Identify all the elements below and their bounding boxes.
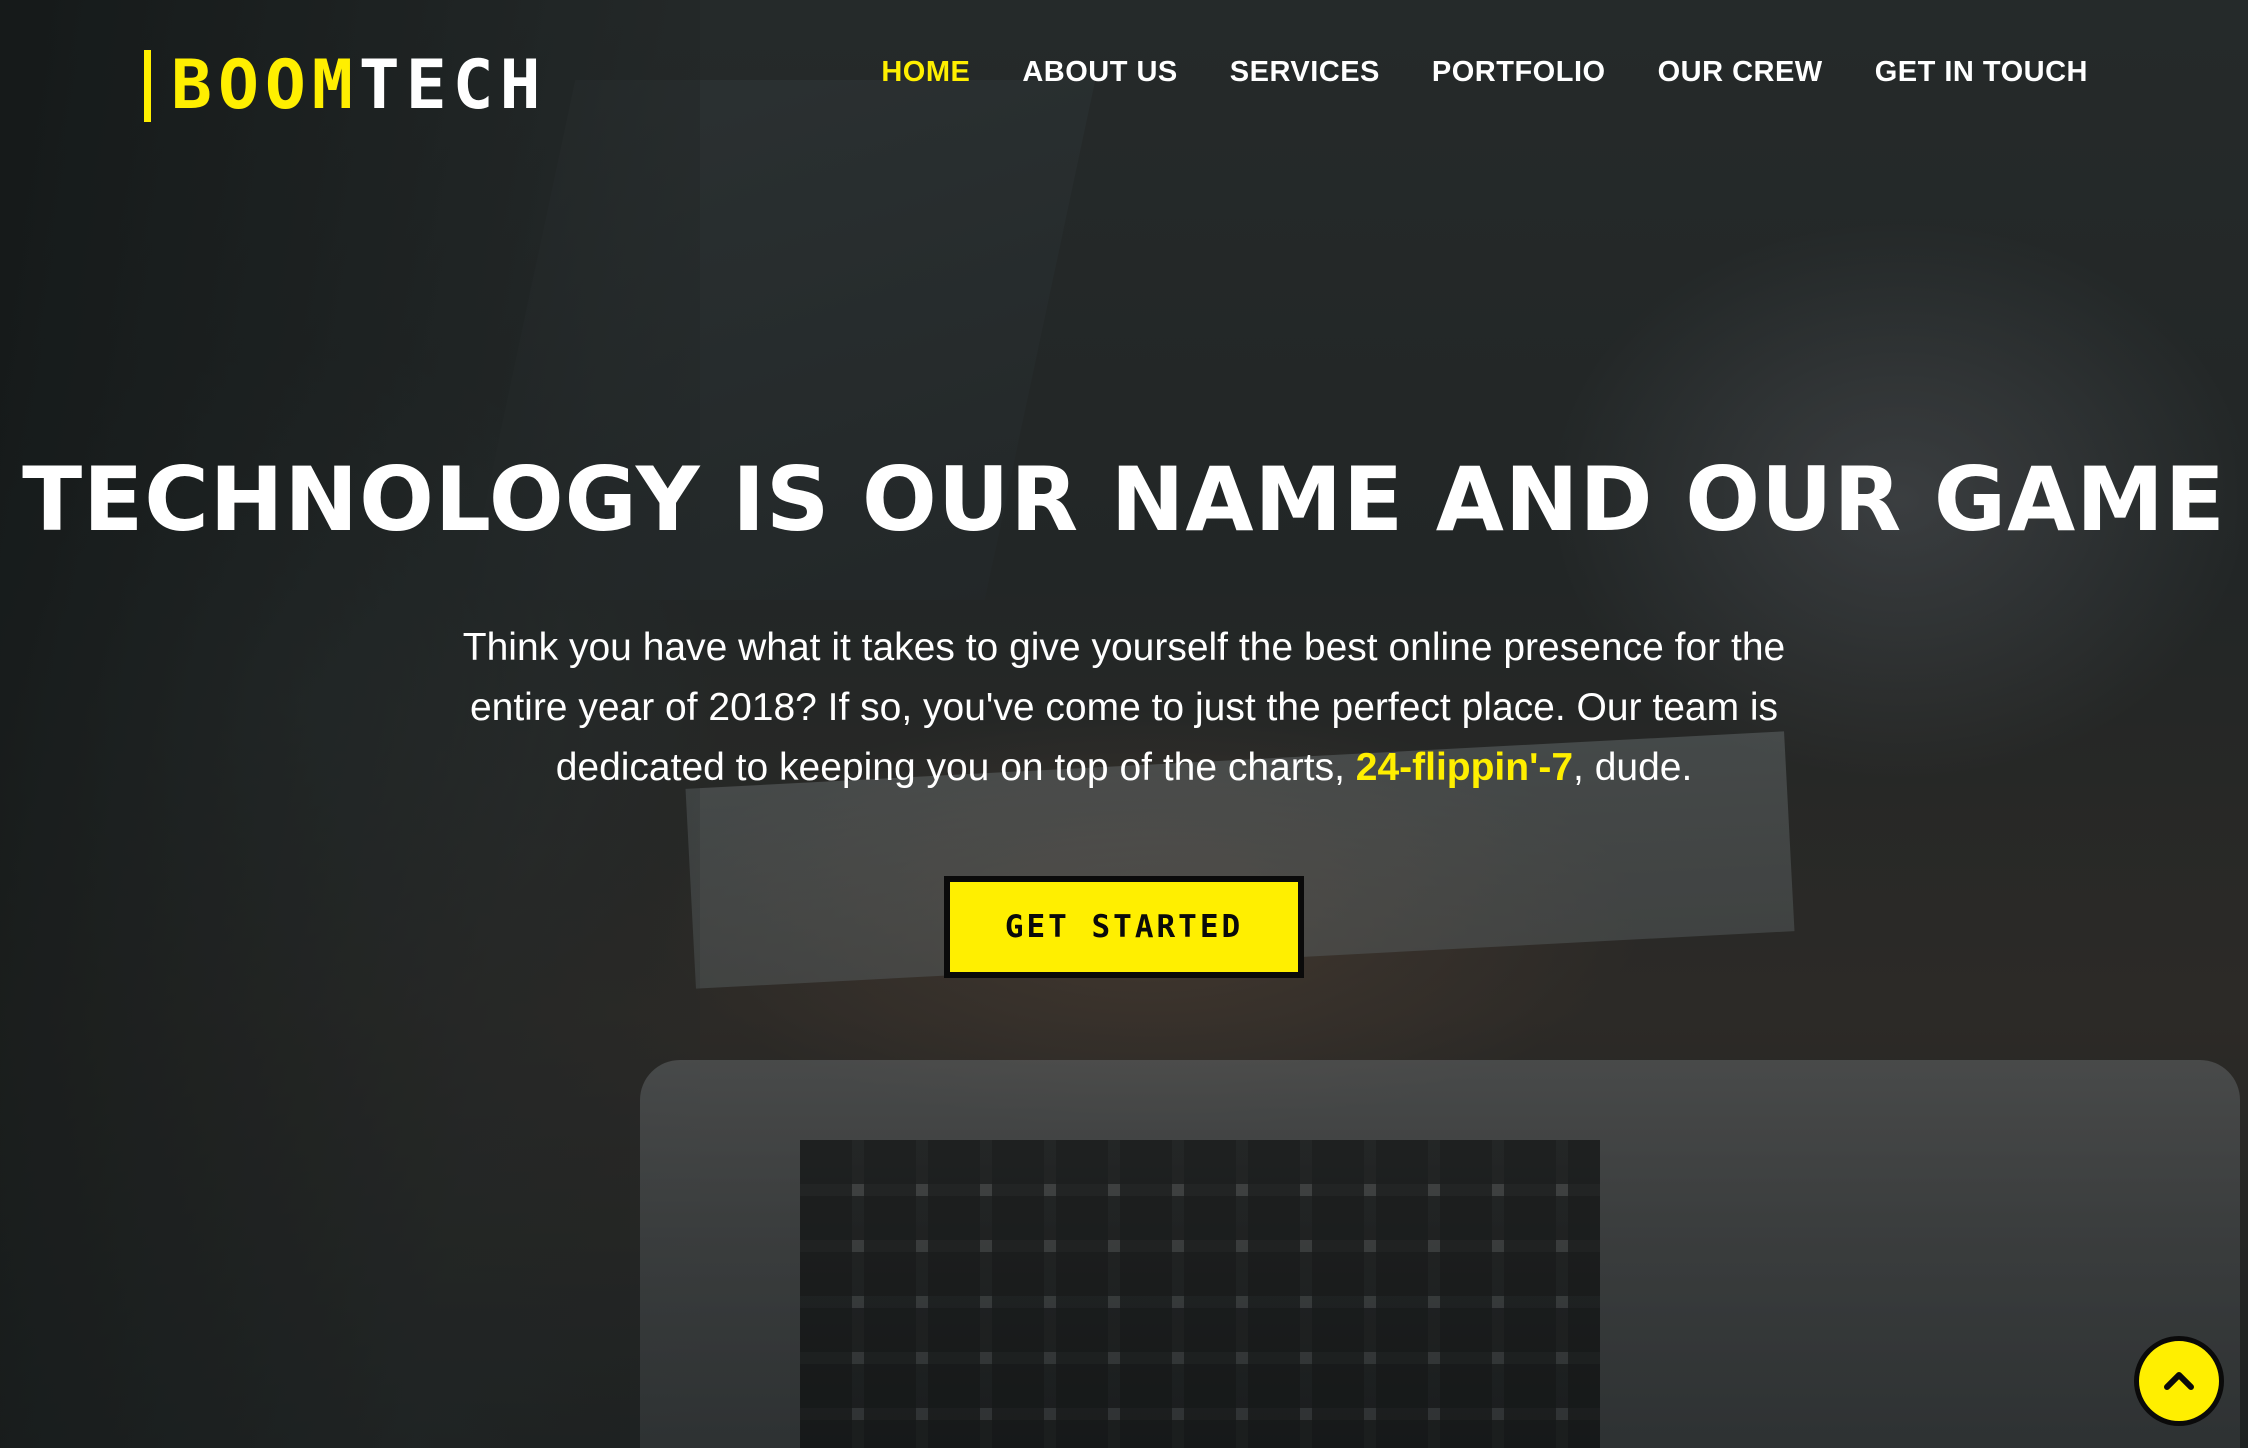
- hero-lead-line3-post: , dude.: [1573, 746, 1693, 789]
- nav-item-get-in-touch[interactable]: GET IN TOUCH: [1875, 56, 2088, 89]
- hero-lead-text: Think you have what it takes to give you…: [424, 618, 1824, 798]
- hero-lead-line3-pre: dedicated to keeping you on top of the c…: [555, 746, 1356, 789]
- hero-lead-line2: entire year of 2018? If so, you've come …: [469, 686, 1779, 729]
- brand-logo[interactable]: BOOM TECH: [144, 50, 547, 122]
- main-nav: HOME ABOUT US SERVICES PORTFOLIO OUR CRE…: [881, 56, 2088, 89]
- hero-lead-line1: Think you have what it takes to give you…: [462, 626, 1786, 669]
- nav-item-portfolio[interactable]: PORTFOLIO: [1432, 56, 1606, 89]
- get-started-button[interactable]: GET STARTED: [944, 876, 1304, 978]
- brand-logo-part1: BOOM: [171, 46, 359, 125]
- nav-item-our-crew[interactable]: OUR CREW: [1658, 56, 1823, 89]
- scroll-to-top-button[interactable]: [2134, 1336, 2224, 1426]
- nav-item-home[interactable]: HOME: [881, 56, 970, 89]
- hero-headline: TECHNOLOGY IS OUR NAME AND OUR GAME: [22, 448, 2226, 551]
- nav-item-services[interactable]: SERVICES: [1230, 56, 1380, 89]
- chevron-up-icon: [2164, 1372, 2194, 1390]
- nav-item-about-us[interactable]: ABOUT US: [1022, 56, 1177, 89]
- brand-logo-part2: TECH: [358, 46, 547, 125]
- hero-lead-highlight: 24-flippin'-7: [1355, 746, 1574, 789]
